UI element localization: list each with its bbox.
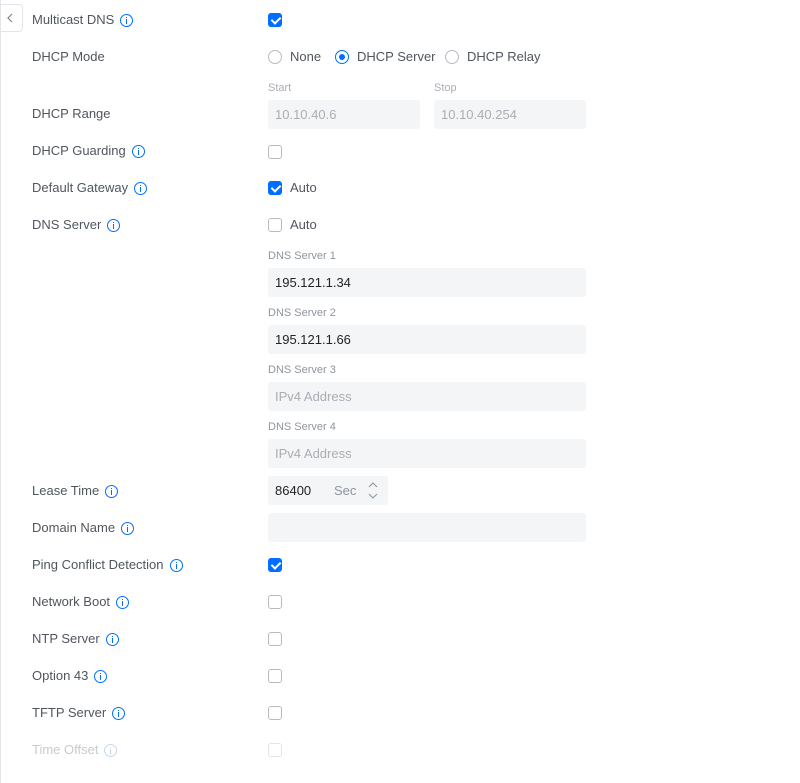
ntp-server-info-icon[interactable] bbox=[105, 632, 119, 646]
default-gateway-auto-label[interactable]: Auto bbox=[290, 178, 317, 198]
dns-server-1-input[interactable] bbox=[268, 268, 586, 297]
option-43-info-icon[interactable] bbox=[94, 669, 108, 683]
dns-server-4-input[interactable] bbox=[268, 439, 586, 468]
dhcp-guarding-info-icon[interactable] bbox=[131, 144, 145, 158]
default-gateway-info-icon[interactable] bbox=[134, 181, 148, 195]
time-offset-checkbox bbox=[268, 743, 282, 757]
dhcp-mode-relay-radio[interactable] bbox=[445, 50, 459, 64]
network-boot-label: Network Boot bbox=[32, 592, 130, 612]
dhcp-range-stop-label: Stop bbox=[434, 82, 457, 94]
domain-name-label-text: Domain Name bbox=[32, 520, 116, 535]
lease-time-label: Lease Time bbox=[32, 481, 119, 501]
dns-server-info-icon[interactable] bbox=[107, 218, 121, 232]
lease-time-unit: Sec bbox=[334, 483, 357, 498]
ping-conflict-detection-label: Ping Conflict Detection bbox=[32, 555, 183, 575]
time-offset-label: Time Offset bbox=[32, 740, 118, 760]
ntp-server-checkbox[interactable] bbox=[268, 632, 282, 646]
network-boot-info-icon[interactable] bbox=[116, 595, 130, 609]
dhcp-mode-server-radio[interactable] bbox=[335, 50, 349, 64]
ntp-server-label-text: NTP Server bbox=[32, 631, 100, 646]
dhcp-range-start-input[interactable] bbox=[268, 100, 420, 129]
dns-server-1-label: DNS Server 1 bbox=[268, 250, 336, 262]
panel-left-border bbox=[0, 0, 1, 783]
time-offset-info-icon bbox=[104, 743, 118, 757]
dns-server-3-label: DNS Server 3 bbox=[268, 364, 336, 376]
tftp-server-label-text: TFTP Server bbox=[32, 705, 107, 720]
dns-server-label-text: DNS Server bbox=[32, 217, 102, 232]
chevron-up-icon bbox=[368, 482, 378, 488]
ping-conflict-detection-label-text: Ping Conflict Detection bbox=[32, 557, 164, 572]
dhcp-mode-none-label[interactable]: None bbox=[290, 47, 321, 67]
network-boot-label-text: Network Boot bbox=[32, 594, 111, 609]
dhcp-mode-none-radio[interactable] bbox=[268, 50, 282, 64]
lease-time-info-icon[interactable] bbox=[105, 484, 119, 498]
tftp-server-info-icon[interactable] bbox=[112, 706, 126, 720]
option-43-label-text: Option 43 bbox=[32, 668, 89, 683]
dhcp-mode-relay-label[interactable]: DHCP Relay bbox=[467, 47, 540, 67]
multicast-dns-info-icon[interactable] bbox=[120, 13, 134, 27]
dns-server-auto-label[interactable]: Auto bbox=[290, 215, 317, 235]
time-offset-label-text: Time Offset bbox=[32, 742, 99, 757]
domain-name-info-icon[interactable] bbox=[121, 521, 135, 535]
lease-time-decrement-button[interactable] bbox=[367, 491, 379, 501]
dns-server-3-input[interactable] bbox=[268, 382, 586, 411]
dhcp-mode-server-label[interactable]: DHCP Server bbox=[357, 47, 436, 67]
chevron-down-icon bbox=[368, 493, 378, 499]
default-gateway-auto-checkbox[interactable] bbox=[268, 181, 282, 195]
dns-server-label: DNS Server bbox=[32, 215, 121, 235]
domain-name-label: Domain Name bbox=[32, 518, 135, 538]
dhcp-guarding-checkbox[interactable] bbox=[268, 145, 282, 159]
ping-conflict-detection-checkbox[interactable] bbox=[268, 558, 282, 572]
multicast-dns-label: Multicast DNS bbox=[32, 10, 134, 30]
dns-server-2-label: DNS Server 2 bbox=[268, 307, 336, 319]
multicast-dns-checkbox[interactable] bbox=[268, 13, 282, 27]
default-gateway-label-text: Default Gateway bbox=[32, 180, 129, 195]
dns-server-2-input[interactable] bbox=[268, 325, 586, 354]
dhcp-range-stop-input[interactable] bbox=[434, 100, 586, 129]
dhcp-range-label: DHCP Range bbox=[32, 106, 111, 121]
domain-name-input[interactable] bbox=[268, 513, 586, 542]
dhcp-mode-label: DHCP Mode bbox=[32, 49, 105, 64]
lease-time-value[interactable]: 86400 bbox=[275, 476, 311, 505]
network-boot-checkbox[interactable] bbox=[268, 595, 282, 609]
ping-conflict-detection-info-icon[interactable] bbox=[169, 558, 183, 572]
dhcp-guarding-label-text: DHCP Guarding bbox=[32, 143, 126, 158]
dhcp-range-start-label: Start bbox=[268, 82, 292, 94]
dns-server-4-label: DNS Server 4 bbox=[268, 421, 336, 433]
collapse-panel-button[interactable] bbox=[1, 4, 23, 32]
lease-time-increment-button[interactable] bbox=[367, 480, 379, 490]
default-gateway-label: Default Gateway bbox=[32, 178, 148, 198]
chevron-left-icon bbox=[7, 13, 13, 23]
lease-time-input[interactable]: 86400 Sec bbox=[268, 476, 388, 505]
option-43-label: Option 43 bbox=[32, 666, 108, 686]
option-43-checkbox[interactable] bbox=[268, 669, 282, 683]
tftp-server-label: TFTP Server bbox=[32, 703, 126, 723]
dns-server-auto-checkbox[interactable] bbox=[268, 218, 282, 232]
ntp-server-label: NTP Server bbox=[32, 629, 119, 649]
dhcp-guarding-label: DHCP Guarding bbox=[32, 141, 145, 161]
tftp-server-checkbox[interactable] bbox=[268, 706, 282, 720]
multicast-dns-label-text: Multicast DNS bbox=[32, 12, 115, 27]
lease-time-label-text: Lease Time bbox=[32, 483, 100, 498]
